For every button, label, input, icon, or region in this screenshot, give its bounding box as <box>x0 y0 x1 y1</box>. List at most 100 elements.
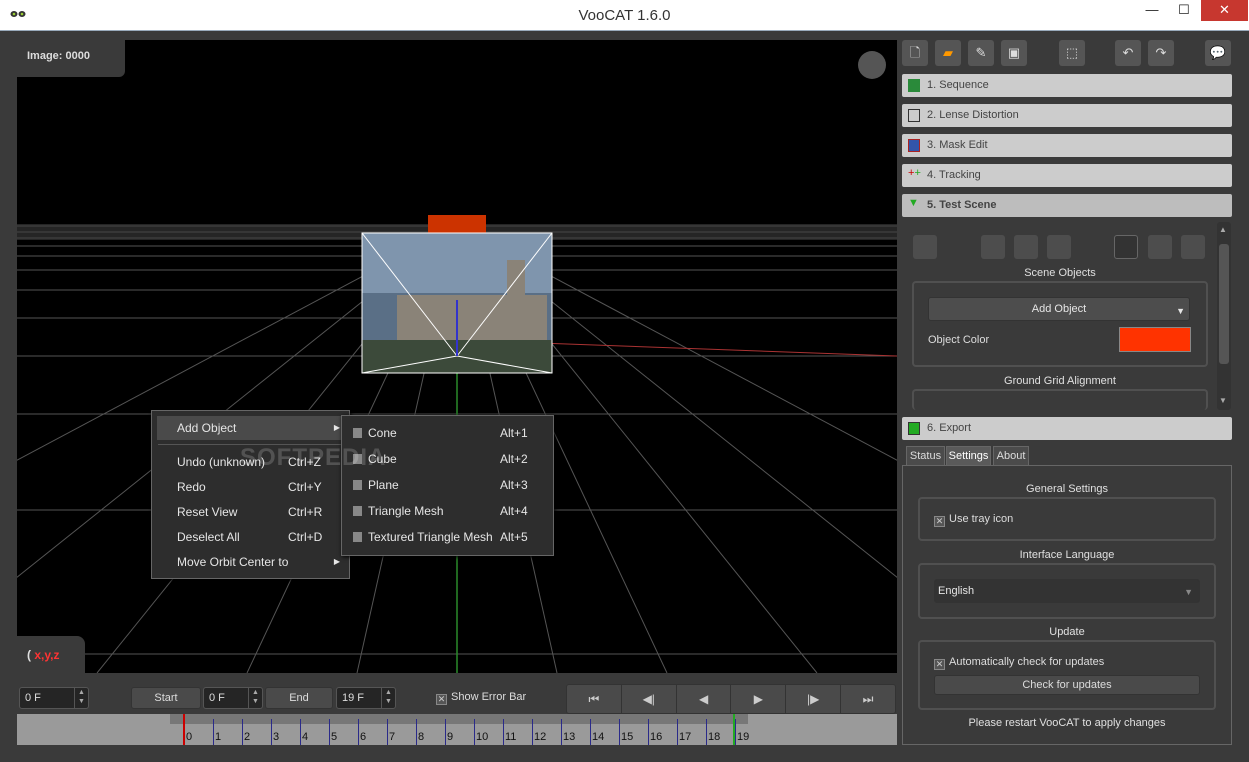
timeline-tick <box>532 719 533 745</box>
section-lense-distortion[interactable]: 2. Lense Distortion <box>902 104 1232 127</box>
tab-about[interactable]: About <box>993 446 1029 466</box>
context-menu: Add Object ▶ Undo (unknown) Ctrl+Z Redo … <box>151 410 350 579</box>
prev-frame-button[interactable]: ◀ <box>677 685 732 713</box>
last-frame-button[interactable]: ⏭ <box>841 685 895 713</box>
section-label: 3. Mask Edit <box>927 139 988 151</box>
general-settings-label: General Settings <box>1026 483 1108 495</box>
feedback-icon[interactable]: 💬 <box>1205 40 1231 66</box>
next-key-button[interactable]: |▶ <box>786 685 842 713</box>
timeline[interactable]: 0 1 2 3 4 5 6 7 8 9 10 11 12 13 14 15 16 17 18 19 <box>17 714 897 745</box>
section-sequence[interactable]: 1. Sequence <box>902 74 1232 97</box>
add-object-dropdown[interactable]: Add Object ▼ <box>928 297 1190 321</box>
section-export[interactable]: 6. Export <box>902 417 1232 440</box>
watermark: SOFTPEDIA <box>240 444 387 471</box>
prev-key-button[interactable]: ◀| <box>622 685 677 713</box>
section-label: 1. Sequence <box>927 79 989 91</box>
section-label: 2. Lense Distortion <box>927 109 1019 121</box>
section-test-scene[interactable]: ▼ 5. Test Scene <box>902 194 1232 217</box>
spinner-arrows-icon[interactable]: ▲ ▼ <box>381 688 395 708</box>
scale-tool-icon[interactable] <box>1047 235 1071 259</box>
timeline-tick-label: 6 <box>360 731 367 743</box>
frame-tool-icon[interactable] <box>1181 235 1205 259</box>
spinner-arrows-icon[interactable]: ▲ ▼ <box>248 688 262 708</box>
playhead-end-marker[interactable] <box>733 714 735 745</box>
menu-item-textured-triangle-mesh[interactable]: Textured Triangle Mesh Alt+5 <box>346 525 551 549</box>
snap-tool-icon[interactable] <box>1148 235 1172 259</box>
ground-grid-label: Ground Grid Alignment <box>1004 375 1116 387</box>
timeline-tick-label: 0 <box>186 731 193 743</box>
timeline-tick-label: 1 <box>215 731 222 743</box>
menu-label: Reset View <box>177 505 238 519</box>
close-button[interactable]: ✕ <box>1201 0 1248 21</box>
check-for-updates-button[interactable]: Check for updates <box>934 675 1200 695</box>
language-select[interactable]: English ▼ <box>934 579 1200 603</box>
timeline-tick-label: 16 <box>650 731 663 743</box>
timeline-tick-label: 12 <box>534 731 547 743</box>
end-button[interactable]: End <box>265 687 333 709</box>
tab-settings[interactable]: Settings <box>946 446 991 466</box>
scroll-up-icon[interactable]: ▲ <box>1219 225 1227 234</box>
scroll-down-icon[interactable]: ▼ <box>1219 396 1227 405</box>
3d-viewport[interactable] <box>17 40 897 673</box>
open-folder-icon[interactable]: ▰ <box>935 40 961 66</box>
textured-cube[interactable] <box>361 232 553 374</box>
menu-label: Triangle Mesh <box>368 504 444 518</box>
language-value: English <box>938 585 975 597</box>
selection-icon[interactable]: ⬚ <box>1059 40 1085 66</box>
menu-item-deselect-all[interactable]: Deselect All Ctrl+D <box>157 525 346 549</box>
object-color-swatch[interactable] <box>1119 327 1191 352</box>
menu-item-cone[interactable]: Cone Alt+1 <box>346 421 551 445</box>
minimize-button[interactable]: — <box>1138 0 1166 21</box>
scrollbar[interactable]: ▲ ▼ <box>1217 222 1231 410</box>
scrollbar-thumb[interactable] <box>1219 244 1229 364</box>
timeline-tick <box>358 719 359 745</box>
start-frame-spinner[interactable]: 0 F ▲ ▼ <box>203 687 263 709</box>
checkbox-icon[interactable]: ✕ <box>934 659 945 670</box>
menu-item-redo[interactable]: Redo Ctrl+Y <box>157 475 346 499</box>
cube-tool-icon[interactable] <box>913 235 937 259</box>
playhead-start-marker[interactable] <box>183 714 185 745</box>
timeline-range-bar[interactable] <box>170 714 748 724</box>
use-tray-label: Use tray icon <box>949 513 1014 525</box>
camera-indicator-icon[interactable] <box>858 51 886 79</box>
redo-icon[interactable]: ↷ <box>1148 40 1174 66</box>
edit-icon[interactable]: ✎ <box>968 40 994 66</box>
undo-icon[interactable]: ↶ <box>1115 40 1141 66</box>
rotate-tool-icon[interactable] <box>1014 235 1038 259</box>
tab-status[interactable]: Status <box>906 446 945 466</box>
menu-item-plane[interactable]: Plane Alt+3 <box>346 473 551 497</box>
end-frame-spinner[interactable]: 19 F ▲ ▼ <box>336 687 396 709</box>
chevron-down-icon: ▼ <box>1184 587 1193 597</box>
move-tool-icon[interactable] <box>981 235 1005 259</box>
start-button[interactable]: Start <box>131 687 201 709</box>
timeline-tick <box>503 719 504 745</box>
first-frame-button[interactable]: ⏮ <box>567 685 622 713</box>
update-label: Update <box>1049 626 1085 638</box>
menu-item-triangle-mesh[interactable]: Triangle Mesh Alt+4 <box>346 499 551 523</box>
maximize-button[interactable]: ☐ <box>1170 0 1198 21</box>
spinner-arrows-icon[interactable]: ▲ ▼ <box>74 688 88 708</box>
menu-item-move-orbit-center[interactable]: Move Orbit Center to ▶ <box>157 550 346 574</box>
select-tool-icon[interactable] <box>1114 235 1138 259</box>
checkbox-icon[interactable]: ✕ <box>436 694 447 705</box>
new-file-icon[interactable]: 🗋 <box>902 40 928 66</box>
checkbox-icon[interactable]: ✕ <box>934 516 945 527</box>
timeline-tick <box>474 719 475 745</box>
timeline-tick <box>329 719 330 745</box>
menu-item-add-object[interactable]: Add Object ▶ <box>157 416 346 440</box>
timeline-tick-label: 3 <box>273 731 280 743</box>
current-frame-spinner[interactable]: 0 F ▲ ▼ <box>19 687 89 709</box>
window-title: VooCAT 1.6.0 <box>578 7 671 24</box>
auto-check-label: Automatically check for updates <box>949 656 1105 668</box>
auto-check-checkbox[interactable]: ✕ Automatically check for updates <box>934 656 1104 670</box>
section-tracking[interactable]: ++ 4. Tracking <box>902 164 1232 187</box>
play-button[interactable]: ▶ <box>731 685 787 713</box>
main-toolbar: 🗋 ▰ ✎ ▣ ⬚ ↶ ↷ 💬 <box>901 40 1232 68</box>
menu-item-reset-view[interactable]: Reset View Ctrl+R <box>157 500 346 524</box>
save-icon[interactable]: ▣ <box>1001 40 1027 66</box>
show-error-bar-checkbox[interactable]: ✕ Show Error Bar <box>436 691 526 705</box>
section-mask-edit[interactable]: 3. Mask Edit <box>902 134 1232 157</box>
timeline-tick <box>242 719 243 745</box>
use-tray-checkbox[interactable]: ✕ Use tray icon <box>934 513 1013 527</box>
menu-label: Redo <box>177 480 206 494</box>
